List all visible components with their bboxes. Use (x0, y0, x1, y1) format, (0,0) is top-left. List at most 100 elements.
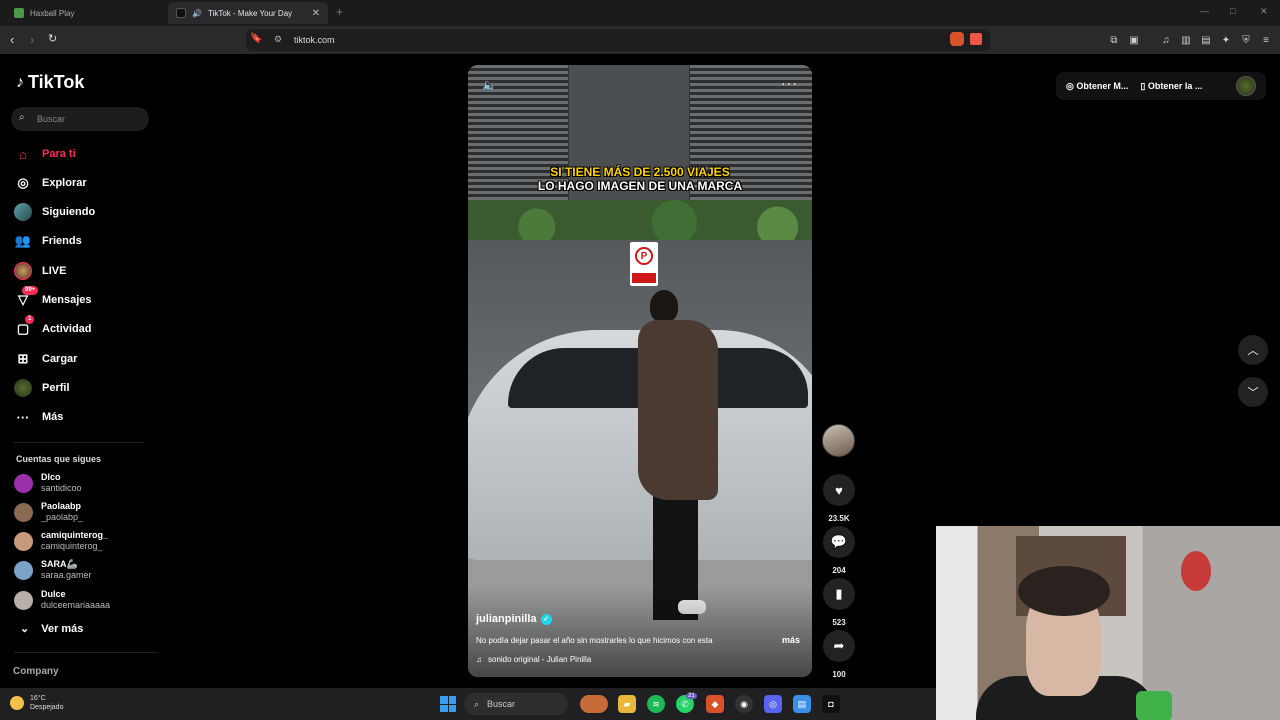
user-avatar[interactable] (1236, 76, 1256, 96)
following-item[interactable]: SARA🦾 saraa.gamer (14, 559, 92, 581)
forward-icon[interactable]: › (30, 32, 34, 47)
bookmark-icon[interactable]: ▮ (823, 578, 855, 610)
share-action[interactable]: ➦ 100 (822, 630, 856, 679)
company-link[interactable]: Company (13, 666, 59, 677)
video-music[interactable]: ♫ sonido original - Julian Pinilla (476, 655, 591, 664)
chevron-up-icon: ︿ (1247, 345, 1259, 357)
get-coins-button[interactable]: ◎ Obtener M... (1066, 81, 1128, 92)
back-icon[interactable]: ‹ (10, 32, 14, 47)
volume-icon[interactable]: 🔈 (482, 78, 497, 92)
see-more-button[interactable]: ⌄ Ver más (20, 622, 84, 636)
extension-warning-icon[interactable] (970, 33, 982, 45)
video-player[interactable]: P SI TIENE MÁS DE 2.500 VIAJES LO HAGO I… (468, 65, 812, 677)
close-tab-icon[interactable]: ✕ (312, 8, 320, 19)
person-poncho (638, 320, 718, 500)
brave-browser-icon[interactable]: ◆ (706, 695, 724, 713)
get-app-button[interactable]: ▯ Obtener la ... (1140, 81, 1202, 92)
notepad-icon[interactable]: ▤ (793, 695, 811, 713)
coin-icon: ◎ (1066, 80, 1077, 91)
menu-icon[interactable]: ≡ (1260, 34, 1272, 46)
chevron-down-icon: ﹀ (1247, 387, 1259, 399)
like-count: 23.5K (828, 514, 850, 523)
webcam-red-object (1181, 551, 1211, 591)
close-window-icon[interactable]: ✕ (1260, 6, 1268, 17)
like-action[interactable]: ♥ 23.5K (822, 474, 856, 523)
epic-games-icon[interactable]: ◘ (822, 695, 840, 713)
following-handle: saraa.gamer (41, 570, 92, 580)
nav-label: Explorar (42, 177, 87, 189)
vpn-icon[interactable]: ⛨ (1240, 34, 1252, 46)
food-widget-icon[interactable] (580, 695, 608, 713)
save-action[interactable]: ▮ 523 (822, 578, 856, 627)
browser-toolbar: ‹ › ↻ 🔖 ⚙ tiktok.com ⧉ ▣ ♫ ▥ ▤ ✦ ⛨ ≡ (0, 26, 1280, 54)
nav-siguiendo[interactable]: Siguiendo (14, 201, 95, 223)
heart-icon[interactable]: ♥ (823, 474, 855, 506)
leo-ai-icon[interactable]: ✦ (1220, 34, 1232, 46)
windows-taskbar: 16°C Despejado ⌕ Buscar ▰ ≋ ✆ 21 ◆ ◉ ◎ ▤… (0, 688, 936, 720)
nav-perfil[interactable]: Perfil (14, 377, 70, 399)
bookmark-icon[interactable]: 🔖 (250, 33, 262, 44)
brave-shields-icon[interactable] (950, 32, 964, 46)
following-name: Paolaabp (41, 501, 82, 511)
search-placeholder: Buscar (37, 114, 66, 124)
see-more-label: Ver más (41, 622, 84, 635)
site-info-icon[interactable]: ⚙ (274, 34, 282, 45)
windows-start-icon[interactable] (440, 696, 456, 712)
sidebar-toggle-icon[interactable]: ▥ (1180, 34, 1192, 46)
nav-cargar[interactable]: ⊞ Cargar (14, 348, 78, 370)
following-name: camiquinterog_ (41, 530, 109, 540)
wallet-icon[interactable]: ▤ (1200, 34, 1212, 46)
screenshot-icon[interactable]: ▣ (1128, 34, 1140, 46)
taskbar-search[interactable]: ⌕ Buscar (464, 693, 568, 715)
webcam-hair (1018, 566, 1110, 616)
tiktok-logo[interactable]: ♪ TikTok (16, 72, 84, 93)
get-app-label: Obtener la ... (1147, 80, 1203, 91)
search-input[interactable]: ⌕ Buscar (11, 107, 149, 131)
share-icon[interactable]: ➦ (823, 630, 855, 662)
weather-temp: 16°C (30, 695, 46, 702)
nav-mensajes[interactable]: ▽ 99+ Mensajes (14, 286, 92, 311)
obs-icon[interactable]: ◉ (735, 695, 753, 713)
minimize-icon[interactable]: — (1200, 6, 1209, 16)
scroll-up-button[interactable]: ︿ (1238, 335, 1268, 365)
video-author[interactable]: julianpinilla ✓ (476, 613, 552, 625)
address-bar[interactable]: 🔖 ⚙ tiktok.com (246, 29, 990, 51)
reload-icon[interactable]: ↻ (48, 32, 57, 45)
nav-label: Actividad (42, 323, 92, 335)
nav-label: Para ti (42, 148, 76, 160)
following-item[interactable]: camiquinterog_ camiquinterog_ (14, 530, 108, 552)
following-item[interactable]: Dulce dulceemariaaaaa (14, 589, 110, 611)
speaker-icon: 🔊 (192, 8, 202, 18)
phone-icon: ▯ (1140, 80, 1148, 91)
following-item[interactable]: Dlco santidicoo (14, 472, 82, 494)
new-tab-icon[interactable]: + (336, 5, 343, 19)
comment-action[interactable]: 💬 204 (822, 526, 856, 575)
tab-haxball[interactable]: Haxball Play (6, 2, 166, 24)
extensions-icon[interactable]: ⧉ (1108, 34, 1120, 46)
logo-text: TikTok (28, 72, 85, 92)
comment-icon[interactable]: 💬 (823, 526, 855, 558)
description-more-button[interactable]: más (782, 635, 800, 645)
nav-explorar[interactable]: ◎ Explorar (14, 172, 87, 194)
file-explorer-icon[interactable]: ▰ (618, 695, 636, 713)
tab-title: Haxball Play (30, 8, 75, 18)
tiktok-favicon-icon (176, 8, 186, 18)
tab-tiktok[interactable]: 🔊 TikTok - Make Your Day ✕ (168, 2, 328, 24)
discord-icon[interactable]: ◎ (764, 695, 782, 713)
video-description: No podía dejar pasar el año sin mostrarl… (476, 636, 713, 645)
nav-live[interactable]: LIVE (14, 260, 66, 282)
maximize-icon[interactable]: □ (1230, 6, 1235, 16)
music-icon[interactable]: ♫ (1160, 34, 1172, 46)
following-avatar-icon (14, 203, 32, 221)
video-more-options-icon[interactable]: ··· (781, 75, 798, 91)
spotify-icon[interactable]: ≋ (647, 695, 665, 713)
following-item[interactable]: Paolaabp _paolabp_ (14, 501, 83, 523)
weather-widget[interactable]: 16°C Despejado (10, 694, 63, 712)
nav-actividad[interactable]: ▢ 1 Actividad (14, 315, 92, 340)
moon-icon (10, 696, 24, 710)
nav-friends[interactable]: 👥 Friends (14, 230, 82, 252)
creator-avatar[interactable] (822, 424, 855, 457)
nav-para-ti[interactable]: ⌂ Para ti (14, 143, 76, 165)
nav-mas[interactable]: ··· Más (14, 406, 64, 428)
scroll-down-button[interactable]: ﹀ (1238, 377, 1268, 407)
